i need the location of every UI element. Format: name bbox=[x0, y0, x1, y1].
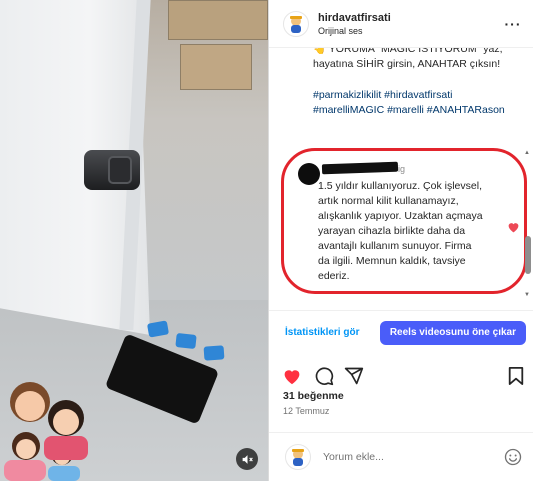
comment-text: 1.5 yıldır kullanıyoruz. Çok işlevsel, a… bbox=[318, 180, 483, 282]
more-icon: ··· bbox=[504, 15, 522, 32]
author-username[interactable]: hirdavatfirsati bbox=[318, 12, 503, 24]
scrollbar[interactable]: ▲ ▼ bbox=[524, 60, 531, 310]
cardboard-box bbox=[168, 0, 268, 40]
rfid-key-tag bbox=[203, 345, 225, 361]
share-icon bbox=[344, 367, 364, 385]
boost-reel-button[interactable]: Reels videosunu öne çıkar bbox=[379, 320, 526, 345]
mute-button[interactable] bbox=[236, 448, 258, 470]
rfid-key-tag bbox=[175, 332, 197, 350]
brand-mascot-icon bbox=[292, 449, 304, 466]
insights-link[interactable]: İstatistikleri gör bbox=[285, 327, 359, 338]
post-actions bbox=[269, 362, 533, 390]
reel-video[interactable] bbox=[0, 0, 268, 481]
share-button[interactable] bbox=[343, 365, 365, 387]
post-hashtags[interactable]: #parmakizlikilit #hirdavatfirsati #marel… bbox=[313, 88, 523, 118]
save-button[interactable] bbox=[505, 365, 527, 387]
post-date[interactable]: 12 Temmuz bbox=[283, 406, 329, 416]
post-header: hirdavatfirsati Orijinal ses ··· bbox=[269, 0, 533, 48]
like-button[interactable] bbox=[281, 365, 303, 387]
post-caption: 👆 YORUMA "MAGIC İSTİYORUM" yaz, hayatına… bbox=[313, 48, 503, 70]
heart-icon bbox=[508, 223, 519, 233]
commenter-username-redacted[interactable] bbox=[321, 161, 399, 175]
highlighted-comment: ig 1.5 yıldır kullanıyoruz. Çok işlevsel… bbox=[281, 148, 527, 294]
comment-button[interactable] bbox=[313, 365, 335, 387]
avatar[interactable] bbox=[283, 10, 309, 37]
cardboard-box bbox=[180, 44, 252, 90]
comment-composer bbox=[269, 432, 533, 481]
fingerprint-reader bbox=[108, 156, 132, 184]
post-panel: hirdavatfirsati Orijinal ses ··· 👆 YORUM… bbox=[268, 0, 533, 481]
commenter-username-suffix: ig bbox=[398, 164, 406, 174]
scroll-down-arrow-icon[interactable]: ▼ bbox=[524, 292, 530, 298]
volume-mute-icon bbox=[242, 454, 253, 464]
more-options-button[interactable]: ··· bbox=[503, 16, 523, 32]
scroll-up-arrow-icon[interactable]: ▲ bbox=[524, 150, 530, 156]
scrollbar-thumb[interactable] bbox=[525, 236, 531, 274]
comment-like-button[interactable] bbox=[507, 221, 520, 236]
audio-label[interactable]: Orijinal ses bbox=[318, 26, 503, 36]
brand-mascot-icon bbox=[290, 15, 302, 33]
family-sticker bbox=[4, 382, 88, 481]
like-count[interactable]: 31 beğenme bbox=[283, 390, 344, 402]
owner-actions-bar: İstatistikleri gör Reels videosunu öne ç… bbox=[269, 310, 533, 354]
commenter-avatar[interactable] bbox=[298, 163, 320, 185]
bookmark-icon bbox=[508, 367, 524, 385]
heart-icon bbox=[284, 370, 300, 385]
comment-input[interactable] bbox=[323, 451, 502, 463]
current-user-avatar bbox=[285, 444, 311, 470]
emoji-button[interactable] bbox=[502, 446, 524, 468]
comment-icon bbox=[315, 367, 334, 386]
emoji-icon bbox=[504, 448, 522, 466]
